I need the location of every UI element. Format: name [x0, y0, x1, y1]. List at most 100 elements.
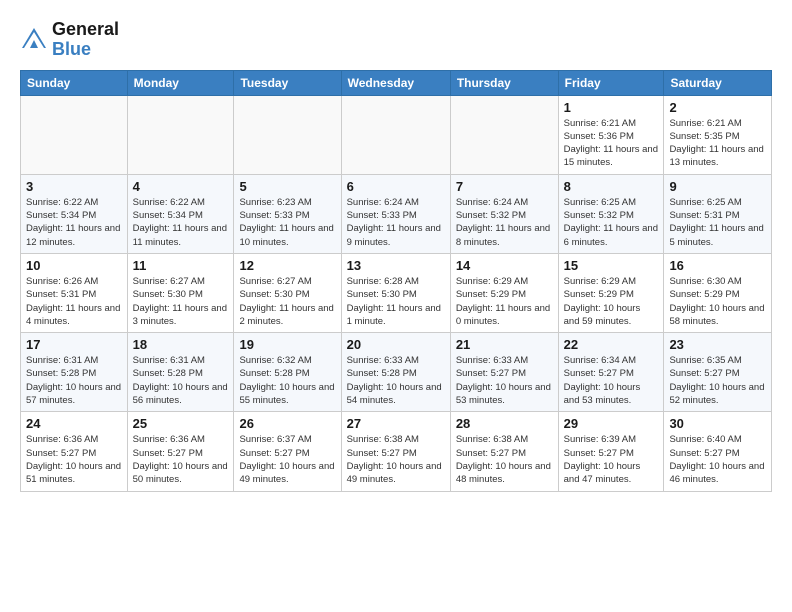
day-number: 27 — [347, 416, 445, 431]
day-number: 21 — [456, 337, 553, 352]
day-info: Sunrise: 6:28 AM Sunset: 5:30 PM Dayligh… — [347, 275, 445, 328]
day-number: 26 — [239, 416, 335, 431]
day-cell: 1Sunrise: 6:21 AM Sunset: 5:36 PM Daylig… — [558, 95, 664, 174]
day-cell: 16Sunrise: 6:30 AM Sunset: 5:29 PM Dayli… — [664, 253, 772, 332]
week-row-5: 24 Sunrise: 6:36 AM Sunset: 5:27 PM Dayli… — [21, 412, 772, 491]
day-cell: 15 Sunrise: 6:29 AM Sunset: 5:29 PM Dayli… — [558, 253, 664, 332]
day-cell: 7 Sunrise: 6:24 AM Sunset: 5:32 PM Daylig… — [450, 174, 558, 253]
weekday-header-thursday: Thursday — [450, 70, 558, 95]
page: GeneralBlue SundayMondayTuesdayWednesday… — [0, 0, 792, 612]
day-info: Sunrise: 6:24 AM Sunset: 5:32 PM Dayligh… — [456, 196, 553, 249]
day-number: 6 — [347, 179, 445, 194]
day-info: Sunrise: 6:31 AM Sunset: 5:28 PM Dayligh… — [26, 354, 122, 407]
day-info: Sunrise: 6:27 AM Sunset: 5:30 PM Dayligh… — [133, 275, 229, 328]
day-number: 18 — [133, 337, 229, 352]
day-info: Sunrise: 6:23 AM Sunset: 5:33 PM Dayligh… — [239, 196, 335, 249]
header: GeneralBlue — [20, 16, 772, 60]
day-number: 2 — [669, 100, 766, 115]
day-info: Sunrise: 6:32 AM Sunset: 5:28 PM Dayligh… — [239, 354, 335, 407]
day-info: Sunrise: 6:36 AM Sunset: 5:27 PM Dayligh… — [26, 433, 122, 486]
day-info: Sunrise: 6:37 AM Sunset: 5:27 PM Dayligh… — [239, 433, 335, 486]
day-info: Sunrise: 6:29 AM Sunset: 5:29 PM Dayligh… — [564, 275, 659, 328]
day-cell: 4Sunrise: 6:22 AM Sunset: 5:34 PM Daylig… — [127, 174, 234, 253]
day-number: 14 — [456, 258, 553, 273]
weekday-header-friday: Friday — [558, 70, 664, 95]
logo-general: General — [52, 19, 119, 39]
day-cell: 21 Sunrise: 6:33 AM Sunset: 5:27 PM Dayli… — [450, 333, 558, 412]
day-cell — [127, 95, 234, 174]
weekday-header-wednesday: Wednesday — [341, 70, 450, 95]
day-info: Sunrise: 6:29 AM Sunset: 5:29 PM Dayligh… — [456, 275, 553, 328]
day-number: 23 — [669, 337, 766, 352]
day-info: Sunrise: 6:26 AM Sunset: 5:31 PM Dayligh… — [26, 275, 122, 328]
day-cell — [21, 95, 128, 174]
day-number: 5 — [239, 179, 335, 194]
day-cell: 19 Sunrise: 6:32 AM Sunset: 5:28 PM Dayli… — [234, 333, 341, 412]
day-number: 12 — [239, 258, 335, 273]
day-info: Sunrise: 6:27 AM Sunset: 5:30 PM Dayligh… — [239, 275, 335, 328]
day-number: 3 — [26, 179, 122, 194]
day-number: 11 — [133, 258, 229, 273]
day-cell: 28 Sunrise: 6:38 AM Sunset: 5:27 PM Dayli… — [450, 412, 558, 491]
day-cell: 23Sunrise: 6:35 AM Sunset: 5:27 PM Dayli… — [664, 333, 772, 412]
week-row-4: 17 Sunrise: 6:31 AM Sunset: 5:28 PM Dayli… — [21, 333, 772, 412]
weekday-header-row: SundayMondayTuesdayWednesdayThursdayFrid… — [21, 70, 772, 95]
day-number: 7 — [456, 179, 553, 194]
day-number: 15 — [564, 258, 659, 273]
weekday-header-sunday: Sunday — [21, 70, 128, 95]
day-number: 28 — [456, 416, 553, 431]
day-cell: 29 Sunrise: 6:39 AM Sunset: 5:27 PM Dayli… — [558, 412, 664, 491]
day-info: Sunrise: 6:22 AM Sunset: 5:34 PM Dayligh… — [26, 196, 122, 249]
day-info: Sunrise: 6:31 AM Sunset: 5:28 PM Dayligh… — [133, 354, 229, 407]
day-cell: 20 Sunrise: 6:33 AM Sunset: 5:28 PM Dayli… — [341, 333, 450, 412]
logo-blue: Blue — [52, 39, 91, 59]
day-number: 20 — [347, 337, 445, 352]
day-cell: 26 Sunrise: 6:37 AM Sunset: 5:27 PM Dayli… — [234, 412, 341, 491]
day-cell: 11 Sunrise: 6:27 AM Sunset: 5:30 PM Dayli… — [127, 253, 234, 332]
weekday-header-monday: Monday — [127, 70, 234, 95]
day-number: 25 — [133, 416, 229, 431]
day-cell: 18 Sunrise: 6:31 AM Sunset: 5:28 PM Dayli… — [127, 333, 234, 412]
day-cell: 12 Sunrise: 6:27 AM Sunset: 5:30 PM Dayli… — [234, 253, 341, 332]
day-cell: 17 Sunrise: 6:31 AM Sunset: 5:28 PM Dayli… — [21, 333, 128, 412]
logo-icon — [20, 26, 48, 54]
day-cell: 25Sunrise: 6:36 AM Sunset: 5:27 PM Dayli… — [127, 412, 234, 491]
day-info: Sunrise: 6:38 AM Sunset: 5:27 PM Dayligh… — [347, 433, 445, 486]
day-number: 8 — [564, 179, 659, 194]
day-number: 4 — [133, 179, 229, 194]
weekday-header-tuesday: Tuesday — [234, 70, 341, 95]
day-cell: 13 Sunrise: 6:28 AM Sunset: 5:30 PM Dayli… — [341, 253, 450, 332]
week-row-3: 10Sunrise: 6:26 AM Sunset: 5:31 PM Dayli… — [21, 253, 772, 332]
day-info: Sunrise: 6:25 AM Sunset: 5:31 PM Dayligh… — [669, 196, 766, 249]
day-info: Sunrise: 6:40 AM Sunset: 5:27 PM Dayligh… — [669, 433, 766, 486]
day-cell — [450, 95, 558, 174]
day-cell: 5 Sunrise: 6:23 AM Sunset: 5:33 PM Daylig… — [234, 174, 341, 253]
day-number: 19 — [239, 337, 335, 352]
day-number: 29 — [564, 416, 659, 431]
day-number: 17 — [26, 337, 122, 352]
day-cell: 8 Sunrise: 6:25 AM Sunset: 5:32 PM Daylig… — [558, 174, 664, 253]
logo: GeneralBlue — [20, 20, 119, 60]
day-number: 24 — [26, 416, 122, 431]
week-row-1: 1Sunrise: 6:21 AM Sunset: 5:36 PM Daylig… — [21, 95, 772, 174]
day-cell — [234, 95, 341, 174]
day-info: Sunrise: 6:33 AM Sunset: 5:28 PM Dayligh… — [347, 354, 445, 407]
day-info: Sunrise: 6:39 AM Sunset: 5:27 PM Dayligh… — [564, 433, 659, 486]
day-info: Sunrise: 6:30 AM Sunset: 5:29 PM Dayligh… — [669, 275, 766, 328]
day-number: 9 — [669, 179, 766, 194]
day-cell: 27 Sunrise: 6:38 AM Sunset: 5:27 PM Dayli… — [341, 412, 450, 491]
calendar-table: SundayMondayTuesdayWednesdayThursdayFrid… — [20, 70, 772, 492]
day-number: 13 — [347, 258, 445, 273]
day-info: Sunrise: 6:21 AM Sunset: 5:36 PM Dayligh… — [564, 117, 659, 170]
day-cell: 9 Sunrise: 6:25 AM Sunset: 5:31 PM Daylig… — [664, 174, 772, 253]
day-info: Sunrise: 6:33 AM Sunset: 5:27 PM Dayligh… — [456, 354, 553, 407]
day-info: Sunrise: 6:24 AM Sunset: 5:33 PM Dayligh… — [347, 196, 445, 249]
day-cell — [341, 95, 450, 174]
day-info: Sunrise: 6:34 AM Sunset: 5:27 PM Dayligh… — [564, 354, 659, 407]
day-info: Sunrise: 6:38 AM Sunset: 5:27 PM Dayligh… — [456, 433, 553, 486]
day-cell: 22 Sunrise: 6:34 AM Sunset: 5:27 PM Dayli… — [558, 333, 664, 412]
day-info: Sunrise: 6:21 AM Sunset: 5:35 PM Dayligh… — [669, 117, 766, 170]
day-info: Sunrise: 6:25 AM Sunset: 5:32 PM Dayligh… — [564, 196, 659, 249]
day-number: 22 — [564, 337, 659, 352]
day-cell: 24 Sunrise: 6:36 AM Sunset: 5:27 PM Dayli… — [21, 412, 128, 491]
